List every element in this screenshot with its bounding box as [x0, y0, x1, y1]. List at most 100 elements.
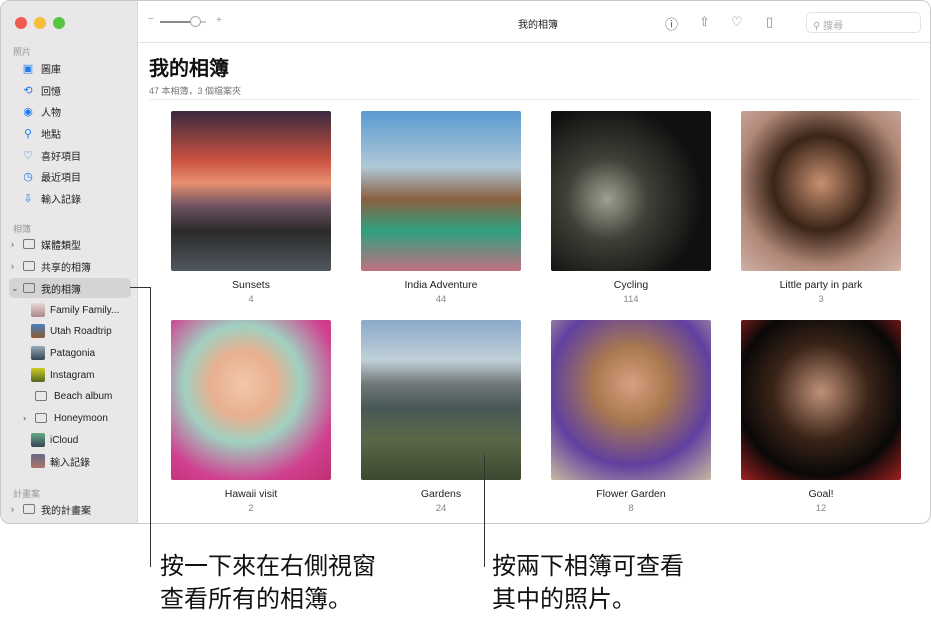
album-cover[interactable] — [361, 111, 521, 271]
sidebar-item-album[interactable]: 輸入記錄 — [9, 451, 131, 471]
album-icon — [35, 391, 47, 401]
album-title: Cycling — [613, 279, 649, 291]
sidebar-item-my-albums[interactable]: ⌄ 我的相簿 — [9, 278, 131, 298]
album-card[interactable]: Flower Garden 8 — [551, 320, 711, 514]
callout-line — [130, 287, 151, 288]
album-card[interactable]: Hawaii visit 2 — [171, 320, 331, 514]
label: Patagonia — [50, 347, 96, 359]
zoom-slider-handle[interactable] — [190, 16, 201, 27]
heart-icon[interactable]: ♡ — [731, 14, 743, 30]
sidebar-item-favorites[interactable]: ♡ 喜好項目 — [9, 145, 131, 165]
search-placeholder: 搜尋 — [823, 21, 844, 32]
sidebar-item-album[interactable]: Patagonia — [9, 343, 131, 363]
sidebar-item-places[interactable]: ⚲ 地點 — [9, 123, 131, 143]
photos-window: 照片 ▣ 圖庫 ⟲ 回憶 ◉ 人物 ⚲ 地點 ♡ 喜好項目 ◷ 最近項目 ⇩ 輸入記錄 相簿 … — [0, 0, 931, 524]
label: 輸入記錄 — [50, 457, 90, 469]
chevron-right-icon[interactable]: › — [23, 413, 26, 423]
album-thumbnail — [31, 346, 45, 360]
album-card[interactable]: Gardens 24 — [361, 320, 521, 514]
label: 地點 — [41, 129, 61, 141]
sidebar-item-people[interactable]: ◉ 人物 — [9, 101, 131, 121]
album-icon — [23, 283, 35, 293]
callout-text: 按兩下相簿可查看 — [492, 552, 684, 580]
search-input[interactable]: ⚲ 搜尋 — [806, 12, 921, 33]
callout-line — [484, 455, 485, 567]
chevron-right-icon[interactable]: › — [11, 504, 14, 514]
album-thumbnail — [31, 303, 45, 317]
label: Family Family... — [50, 304, 120, 316]
album-thumbnail — [31, 368, 45, 382]
callout-text: 查看所有的相簿。 — [160, 585, 352, 613]
callout-left: 按一下來在右側視窗 查看所有的相簿。 — [160, 550, 376, 616]
minimize-button[interactable] — [34, 17, 46, 29]
sidebar-item-my-projects[interactable]: › 我的計畫案 — [9, 499, 131, 519]
label: Beach album — [54, 390, 113, 402]
sidebar-item-album[interactable]: iCloud — [9, 430, 131, 450]
zoom-out-button[interactable]: − — [148, 14, 154, 25]
sidebar-item-album[interactable]: Instagram — [9, 365, 131, 385]
rotate-icon[interactable]: ▯ — [766, 14, 773, 30]
album-card[interactable]: Little party in park 3 — [741, 111, 901, 305]
album-card[interactable]: India Adventure 44 — [361, 111, 521, 305]
album-cover[interactable] — [741, 320, 901, 480]
album-thumbnail — [31, 324, 45, 338]
album-cover[interactable] — [361, 320, 521, 480]
sidebar-item-album[interactable]: Beach album — [9, 386, 131, 406]
label: 輸入記錄 — [41, 194, 81, 206]
sidebar-item-album[interactable]: Utah Roadtrip — [9, 321, 131, 341]
album-title: Little party in park — [779, 279, 863, 291]
label: 媒體類型 — [41, 240, 81, 252]
sidebar-item-folder[interactable]: › Honeymoon — [9, 408, 131, 428]
import-icon: ⇩ — [23, 192, 33, 205]
album-card[interactable]: Sunsets 4 — [171, 111, 331, 305]
page-subtitle: 47 本相簿，3 個檔案夾 — [149, 86, 242, 96]
label: 最近項目 — [41, 172, 81, 184]
toolbar: − + 我的相簿 ⓘ ⇧ ♡ ▯ ⚲ 搜尋 — [138, 1, 930, 43]
info-icon[interactable]: ⓘ — [665, 14, 678, 33]
chevron-right-icon[interactable]: › — [11, 239, 14, 249]
album-title: Flower Garden — [596, 488, 666, 500]
album-title: Sunsets — [232, 279, 270, 291]
album-card[interactable]: Cycling 114 — [551, 111, 711, 305]
section-photos: 照片 — [13, 47, 32, 57]
album-cover[interactable] — [171, 320, 331, 480]
sidebar-item-album[interactable]: Family Family... — [9, 300, 131, 320]
clock-icon: ◷ — [23, 170, 33, 183]
folder-icon — [35, 413, 47, 423]
close-button[interactable] — [15, 17, 27, 29]
places-icon: ⚲ — [23, 127, 33, 140]
zoom-in-button[interactable]: + — [216, 15, 222, 26]
heart-icon: ♡ — [23, 149, 33, 162]
sidebar-item-memories[interactable]: ⟲ 回憶 — [9, 80, 131, 100]
album-cover[interactable] — [551, 320, 711, 480]
callout-line — [150, 287, 151, 567]
page-title: 我的相簿 — [149, 58, 229, 80]
album-count: 3 — [818, 294, 824, 305]
album-cover[interactable] — [741, 111, 901, 271]
album-icon — [23, 239, 35, 249]
chevron-right-icon[interactable]: › — [11, 261, 14, 271]
label: 人物 — [41, 107, 61, 119]
album-cover[interactable] — [171, 111, 331, 271]
zoom-slider[interactable] — [160, 16, 206, 27]
label: 喜好項目 — [41, 151, 81, 163]
chevron-down-icon[interactable]: ⌄ — [11, 283, 19, 294]
callout-text: 其中的照片。 — [492, 585, 636, 613]
sidebar-item-recents[interactable]: ◷ 最近項目 — [9, 166, 131, 186]
sidebar: 照片 ▣ 圖庫 ⟲ 回憶 ◉ 人物 ⚲ 地點 ♡ 喜好項目 ◷ 最近項目 ⇩ 輸入記錄 相簿 … — [1, 1, 138, 523]
callout-right: 按兩下相簿可查看 其中的照片。 — [492, 550, 684, 616]
album-icon — [23, 504, 35, 514]
album-card[interactable]: Goal! 12 — [741, 320, 901, 514]
label: 我的計畫案 — [41, 505, 91, 517]
zoom-button[interactable] — [53, 17, 65, 29]
sidebar-item-imports[interactable]: ⇩ 輸入記錄 — [9, 188, 131, 208]
share-icon[interactable]: ⇧ — [699, 14, 710, 30]
sidebar-item-media-types[interactable]: › 媒體類型 — [9, 234, 131, 254]
album-title: Goal! — [808, 488, 834, 500]
album-title: Gardens — [420, 488, 462, 500]
album-count: 24 — [435, 503, 447, 514]
memories-icon: ⟲ — [23, 84, 33, 97]
album-cover[interactable] — [551, 111, 711, 271]
sidebar-item-shared-albums[interactable]: › 共享的相簿 — [9, 256, 131, 276]
sidebar-item-library[interactable]: ▣ 圖庫 — [9, 58, 131, 78]
